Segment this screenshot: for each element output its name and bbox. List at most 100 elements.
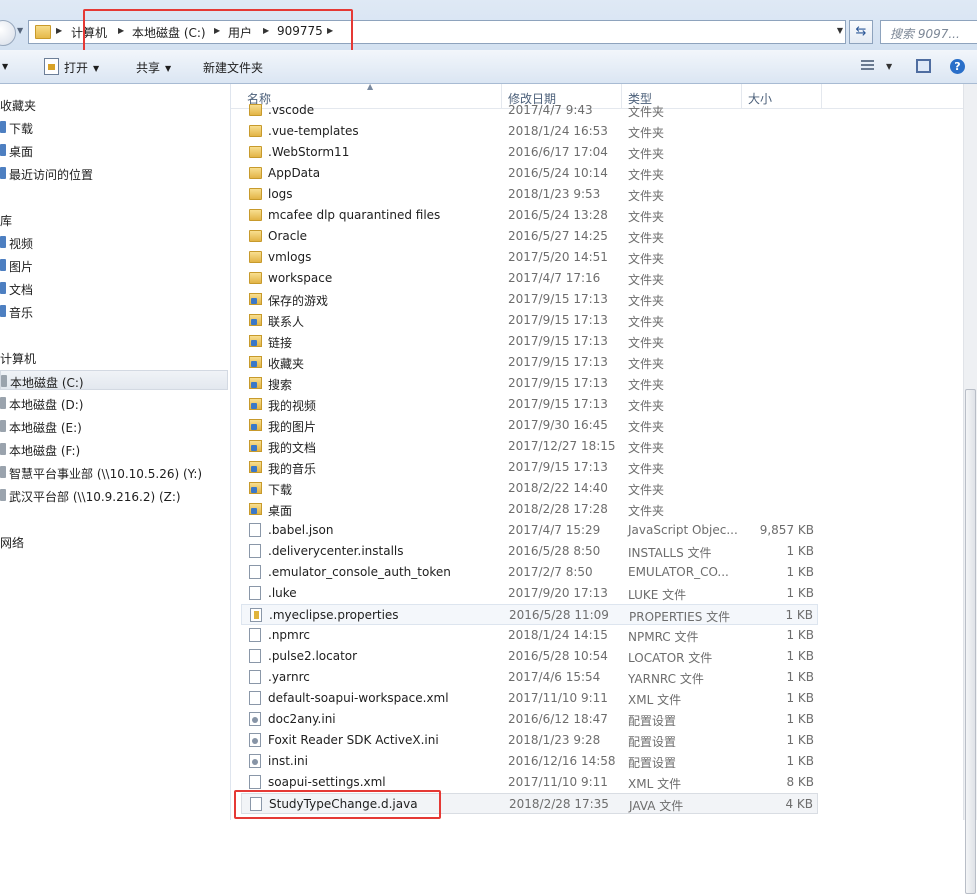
nav-item-documents[interactable]: 文档 <box>0 278 228 298</box>
file-modified-date: 2018/1/24 16:53 <box>508 124 608 138</box>
file-modified-date: 2016/5/27 14:25 <box>508 229 608 243</box>
column-divider[interactable] <box>821 84 822 108</box>
file-size: 1 KB <box>785 608 813 622</box>
file-modified-date: 2017/9/15 17:13 <box>508 355 608 369</box>
file-type: 文件夹 <box>628 231 665 245</box>
refresh-button[interactable]: ⇆ <box>849 20 873 44</box>
folder-icon <box>249 188 262 200</box>
file-row[interactable]: 收藏夹 2017/9/15 17:13 文件夹 <box>241 352 818 373</box>
file-row[interactable]: default-soapui-workspace.xml 2017/11/10 9… <box>241 688 818 709</box>
file-row[interactable]: 桌面 2018/2/28 17:28 文件夹 <box>241 499 818 520</box>
file-modified-date: 2018/2/22 14:40 <box>508 481 608 495</box>
file-row[interactable]: AppData 2016/5/24 10:14 文件夹 <box>241 163 818 184</box>
file-row[interactable]: 我的视频 2017/9/15 17:13 文件夹 <box>241 394 818 415</box>
nav-item-drive-z[interactable]: 武汉平台部 (\\10.9.216.2) (Z:) <box>0 485 228 505</box>
file-row[interactable]: 搜索 2017/9/15 17:13 文件夹 <box>241 373 818 394</box>
file-row[interactable]: mcafee dlp quarantined files 2016/5/24 13… <box>241 205 818 226</box>
file-row[interactable]: 保存的游戏 2017/9/15 17:13 文件夹 <box>241 289 818 310</box>
nav-computer-header[interactable]: 计算机 <box>0 347 228 367</box>
file-row[interactable]: 我的音乐 2017/9/15 17:13 文件夹 <box>241 457 818 478</box>
nav-item-videos[interactable]: 视频 <box>0 232 228 252</box>
file-row[interactable]: doc2any.ini 2016/6/12 18:47 配置设置 1 KB <box>241 709 818 730</box>
vertical-scrollbar[interactable] <box>963 84 977 894</box>
folder-icon <box>249 209 262 221</box>
file-row[interactable]: .emulator_console_auth_token 2017/2/7 8:5… <box>241 562 818 583</box>
file-row[interactable]: .vue-templates 2018/1/24 16:53 文件夹 <box>241 121 818 142</box>
nav-item-pictures[interactable]: 图片 <box>0 255 228 275</box>
file-type: 文件夹 <box>628 441 665 455</box>
file-row[interactable]: .pulse2.locator 2016/5/28 10:54 LOCATOR 文件… <box>241 646 818 667</box>
nav-label: 桌面 <box>9 145 34 159</box>
nav-item-drive-e[interactable]: 本地磁盘 (E:) <box>0 416 228 436</box>
file-row[interactable]: vmlogs 2017/5/20 14:51 文件夹 <box>241 247 818 268</box>
nav-item-desktop[interactable]: 桌面 <box>0 140 228 160</box>
file-row[interactable]: inst.ini 2016/12/16 14:58 配置设置 1 KB <box>241 751 818 772</box>
scrollbar-thumb[interactable] <box>965 389 976 894</box>
file-type: 文件夹 <box>628 357 665 371</box>
file-type: 文件夹 <box>628 105 665 119</box>
nav-network-header[interactable]: 网络 <box>0 531 228 551</box>
file-row[interactable]: 下载 2018/2/22 14:40 文件夹 <box>241 478 818 499</box>
file-icon <box>249 691 261 705</box>
nav-item-drive-y[interactable]: 智慧平台事业部 (\\10.10.5.26) (Y:) <box>0 462 228 482</box>
file-modified-date: 2018/2/28 17:35 <box>509 797 609 811</box>
file-row[interactable]: 我的文档 2017/12/27 18:15 文件夹 <box>241 436 818 457</box>
file-row[interactable]: 我的图片 2017/9/30 16:45 文件夹 <box>241 415 818 436</box>
change-view-icon[interactable] <box>861 60 874 72</box>
file-name: 收藏夹 <box>268 357 305 371</box>
file-type: 文件夹 <box>628 336 665 350</box>
nav-item-drive-f[interactable]: 本地磁盘 (F:) <box>0 439 228 459</box>
view-options-dropdown-icon[interactable]: ▼ <box>886 62 892 71</box>
back-button[interactable] <box>0 20 16 46</box>
nav-item-drive-d[interactable]: 本地磁盘 (D:) <box>0 393 228 413</box>
file-row[interactable]: .babel.json 2017/4/7 15:29 JavaScript Obje… <box>241 520 818 541</box>
file-name: .luke <box>268 586 297 600</box>
file-size: 1 KB <box>786 691 814 705</box>
file-row[interactable]: 联系人 2017/9/15 17:13 文件夹 <box>241 310 818 331</box>
file-row[interactable]: .deliverycenter.installs 2016/5/28 8:50 IN… <box>241 541 818 562</box>
file-row[interactable]: .WebStorm11 2016/6/17 17:04 文件夹 <box>241 142 818 163</box>
nav-label: 计算机 <box>0 352 37 366</box>
file-type: 文件夹 <box>628 294 665 308</box>
help-icon[interactable]: ? <box>950 59 965 74</box>
file-type: 文件夹 <box>628 315 665 329</box>
nav-item-drive-c[interactable]: 本地磁盘 (C:) <box>0 370 228 390</box>
organize-arrow-icon[interactable]: ▼ <box>0 59 8 73</box>
file-type: 文件夹 <box>628 126 665 140</box>
file-row[interactable]: .npmrc 2018/1/24 14:15 NPMRC 文件 1 KB <box>241 625 818 646</box>
file-row[interactable]: workspace 2017/4/7 17:16 文件夹 <box>241 268 818 289</box>
file-icon <box>249 586 261 600</box>
nav-label: 视频 <box>9 237 34 251</box>
file-modified-date: 2016/5/24 13:28 <box>508 208 608 222</box>
file-row[interactable]: .luke 2017/9/20 17:13 LUKE 文件 1 KB <box>241 583 818 604</box>
folder-icon <box>35 25 51 39</box>
search-input[interactable]: 搜索 9097... <box>880 20 977 44</box>
folder-icon <box>249 461 262 473</box>
nav-item-downloads[interactable]: 下载 <box>0 117 228 137</box>
nav-libraries-header[interactable]: 库 <box>0 209 228 229</box>
file-row[interactable]: .myeclipse.properties 2016/5/28 11:09 PROP… <box>241 604 818 625</box>
open-label: 打开 <box>64 61 89 75</box>
address-history-dropdown-icon[interactable]: ▼ <box>837 26 843 35</box>
nav-item-music[interactable]: 音乐 <box>0 301 228 321</box>
breadcrumb-separator-icon[interactable]: ▶ <box>56 26 62 35</box>
file-row[interactable]: .vscode 2017/4/7 9:43 文件夹 <box>241 100 818 121</box>
file-row[interactable]: .yarnrc 2017/4/6 15:54 YARNRC 文件 1 KB <box>241 667 818 688</box>
folder-icon <box>249 503 262 515</box>
share-button[interactable]: 共享 ▼ <box>136 59 171 76</box>
nav-favorites-header[interactable]: 收藏夹 <box>0 94 228 114</box>
recent-pages-arrow-icon[interactable]: ▼ <box>17 26 23 35</box>
open-button[interactable]: 打开 ▼ <box>64 59 99 76</box>
file-modified-date: 2017/4/7 17:16 <box>508 271 601 285</box>
file-row[interactable]: logs 2018/1/23 9:53 文件夹 <box>241 184 818 205</box>
file-row[interactable]: 链接 2017/9/15 17:13 文件夹 <box>241 331 818 352</box>
nav-label: 图片 <box>9 260 34 274</box>
file-row[interactable]: Oracle 2016/5/27 14:25 文件夹 <box>241 226 818 247</box>
folder-icon <box>249 398 262 410</box>
drive-icon <box>0 443 6 455</box>
file-name: Foxit Reader SDK ActiveX.ini <box>268 733 439 747</box>
file-row[interactable]: Foxit Reader SDK ActiveX.ini 2018/1/23 9:… <box>241 730 818 751</box>
nav-item-recent-places[interactable]: 最近访问的位置 <box>0 163 228 183</box>
new-folder-button[interactable]: 新建文件夹 <box>203 59 263 76</box>
preview-pane-icon[interactable] <box>916 59 931 73</box>
